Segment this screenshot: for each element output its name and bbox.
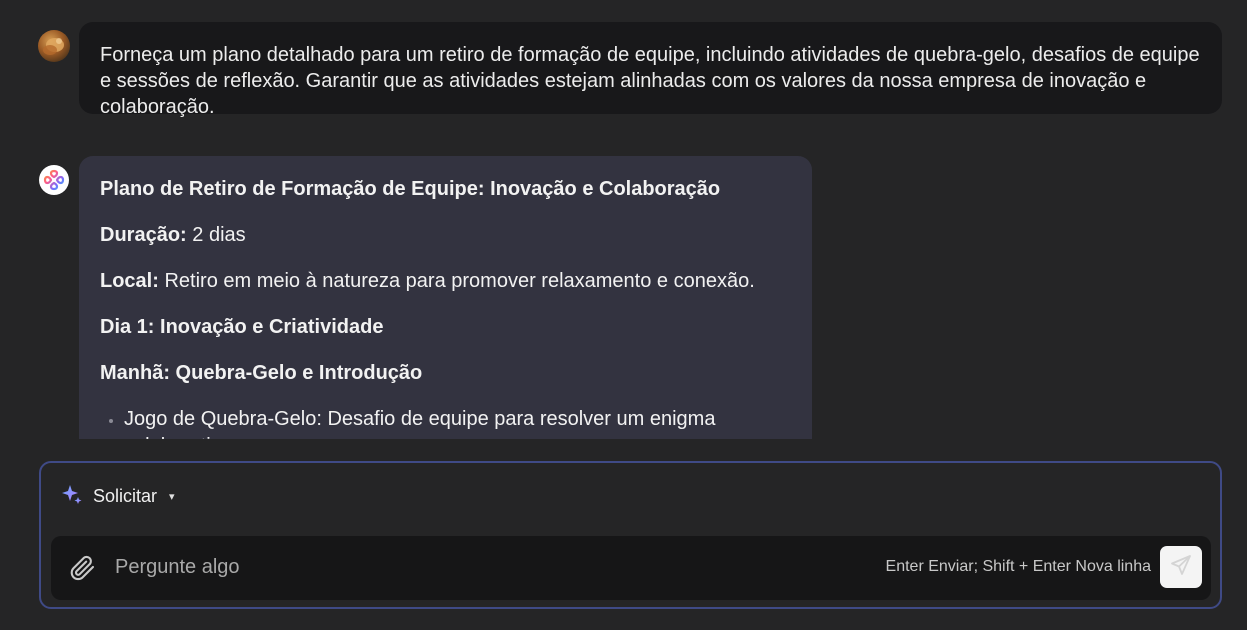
- mode-selector[interactable]: Solicitar ▾: [61, 483, 175, 510]
- activity-list: Jogo de Quebra-Gelo: Desafio de equipe p…: [100, 406, 791, 439]
- user-avatar: [38, 30, 70, 62]
- duration-label: Duração:: [100, 224, 187, 246]
- input-area: Enter Enviar; Shift + Enter Nova linha: [51, 536, 1211, 600]
- assistant-logo-icon: [39, 165, 69, 195]
- duration-line: Duração: 2 dias: [100, 222, 791, 249]
- shortcut-hint: Enter Enviar; Shift + Enter Nova linha: [885, 558, 1151, 575]
- assistant-message-bubble: Plano de Retiro de Formação de Equipe: I…: [79, 156, 812, 439]
- location-value: Retiro em meio à natureza para promover …: [158, 270, 755, 292]
- chevron-down-icon: ▾: [169, 491, 175, 503]
- plan-title: Plano de Retiro de Formação de Equipe: I…: [100, 178, 721, 200]
- duration-value: 2 dias: [186, 224, 246, 246]
- list-item: Jogo de Quebra-Gelo: Desafio de equipe p…: [124, 406, 791, 439]
- send-button[interactable]: [1160, 546, 1202, 588]
- message-input[interactable]: [113, 548, 717, 586]
- paperclip-icon[interactable]: [68, 554, 96, 582]
- send-icon: [1169, 553, 1193, 582]
- location-label: Local:: [100, 270, 159, 292]
- chat-window: Forneça um plano detalhado para um retir…: [0, 0, 1247, 630]
- composer: Solicitar ▾ Enter Enviar; Shift + Enter …: [39, 461, 1222, 609]
- day1-heading: Dia 1: Inovação e Criatividade: [100, 316, 384, 338]
- user-message-text: Forneça um plano detalhado para um retir…: [100, 44, 1200, 118]
- user-message-bubble: Forneça um plano detalhado para um retir…: [79, 22, 1222, 118]
- mode-label: Solicitar: [93, 486, 158, 506]
- sparkle-icon: [61, 483, 83, 510]
- morning-heading: Manhã: Quebra-Gelo e Introdução: [100, 362, 423, 384]
- location-line: Local: Retiro em meio à natureza para pr…: [100, 268, 791, 295]
